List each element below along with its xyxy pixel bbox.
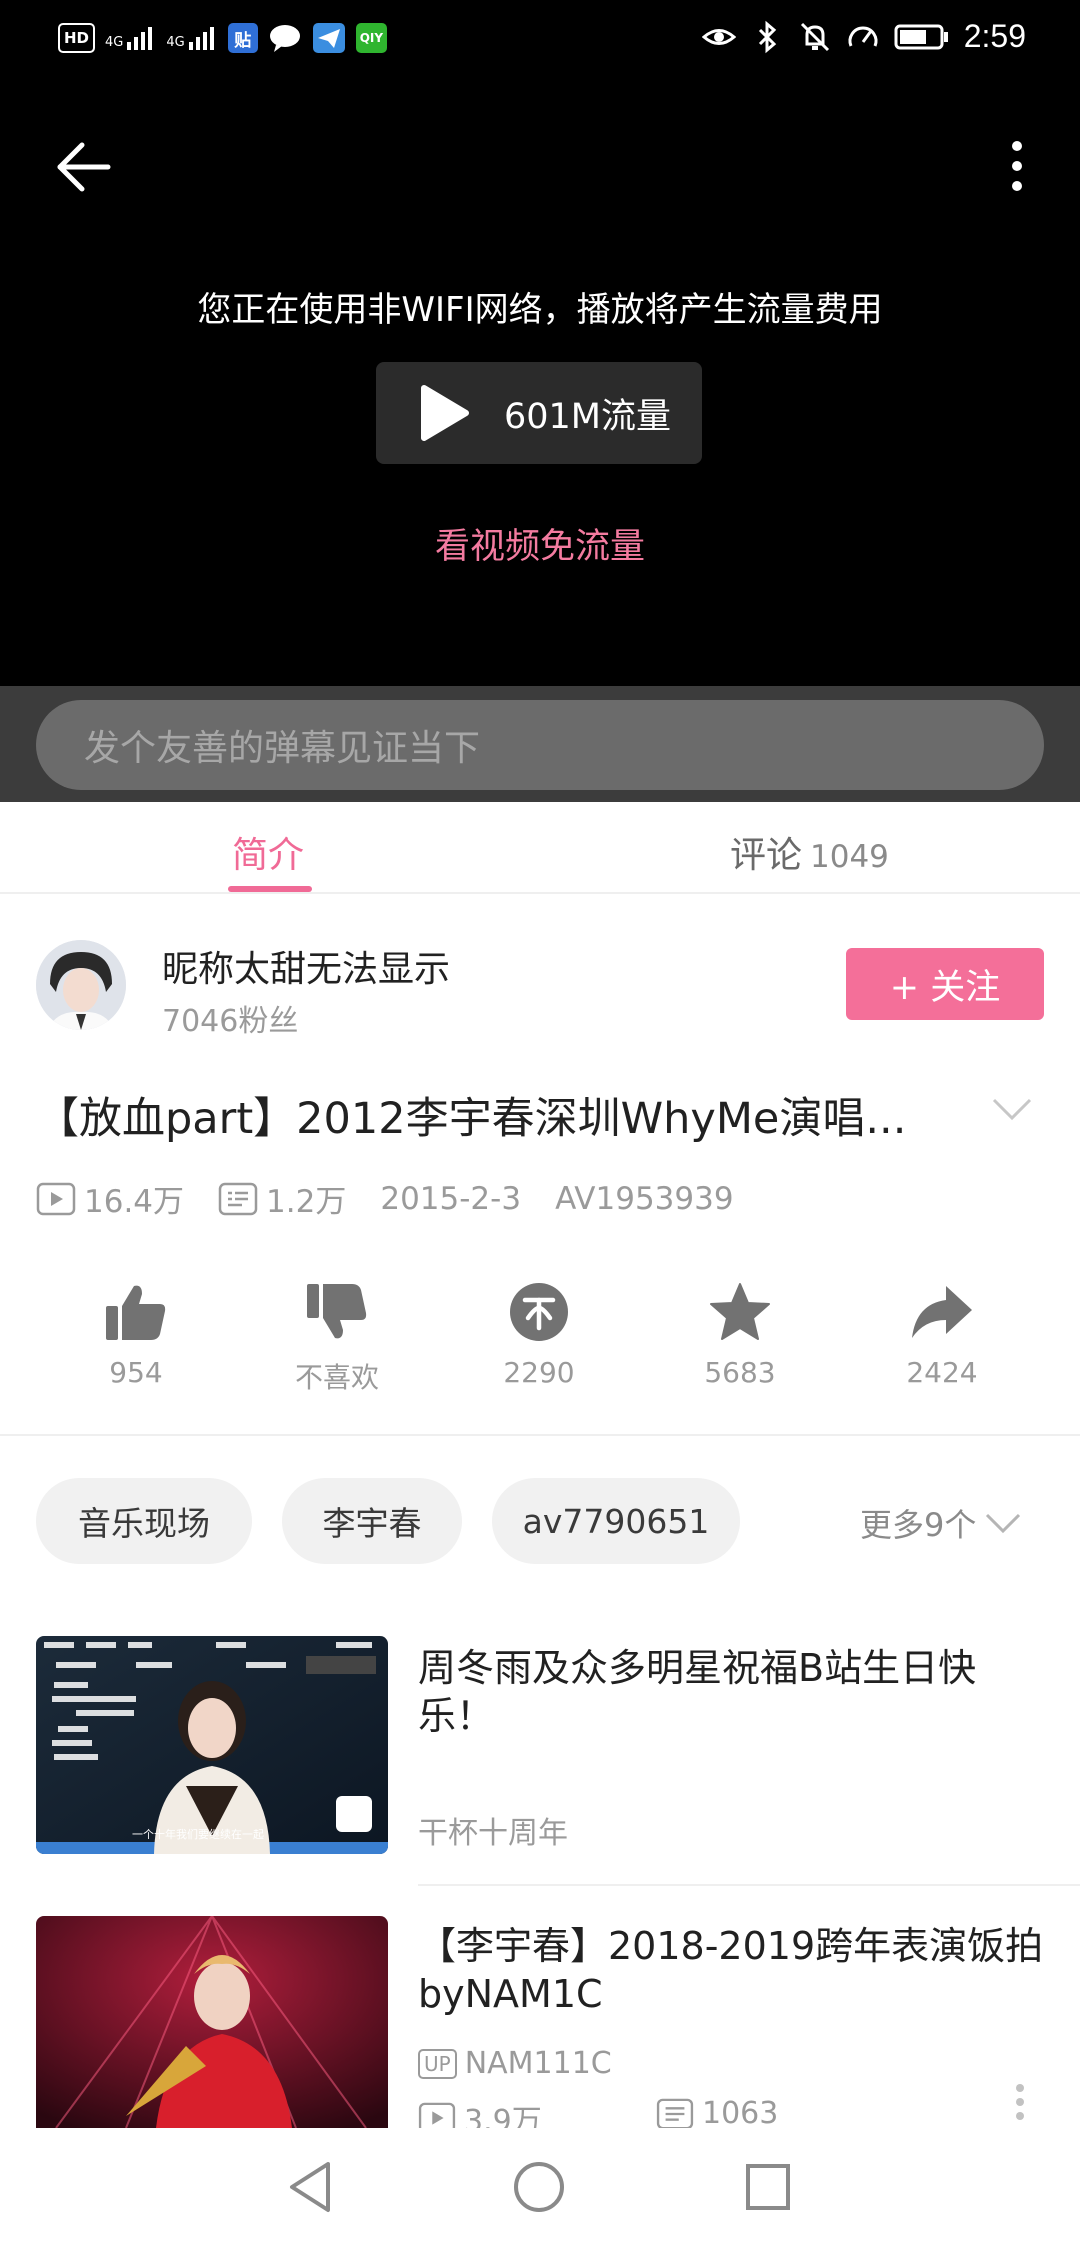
like-count: 954 bbox=[109, 1356, 163, 1389]
thumb-up-icon bbox=[106, 1285, 166, 1340]
danmaku-bar: 发个友善的弹幕见证当下 bbox=[0, 686, 1080, 802]
related-title[interactable]: 周冬雨及众多明星祝福B站生日快乐！ bbox=[418, 1644, 1048, 1740]
favorite-count: 5683 bbox=[704, 1356, 776, 1389]
more-vertical-icon[interactable] bbox=[1006, 2082, 1034, 2122]
chevron-down-icon bbox=[986, 1513, 1021, 1534]
up-badge: UP bbox=[418, 2048, 457, 2079]
share-icon bbox=[912, 1286, 972, 1338]
tab-comments[interactable]: 评论 1049 bbox=[730, 826, 889, 878]
status-bar: HD 4G 4G 贴 QIY 2:59 bbox=[0, 0, 1080, 80]
thumb-down-icon bbox=[307, 1284, 367, 1339]
coin-count: 2290 bbox=[503, 1356, 575, 1389]
tieba-app-icon: 贴 bbox=[227, 23, 258, 53]
play-with-data-button[interactable]: 601M流量 bbox=[376, 362, 702, 464]
mute-bell-icon bbox=[800, 22, 829, 51]
publish-date: 2015-2-3 bbox=[380, 1180, 522, 1217]
signal-icon: 4G bbox=[105, 26, 156, 50]
play-button-label: 601M流量 bbox=[504, 396, 672, 437]
nav-back-icon[interactable] bbox=[286, 2160, 334, 2214]
paper-plane-icon bbox=[312, 23, 345, 53]
related-uploader[interactable]: UP NAM111C bbox=[418, 2046, 612, 2081]
related-danmaku-count: 1063 bbox=[702, 2096, 779, 2131]
related-subtitle: 干杯十周年 bbox=[418, 1816, 568, 1851]
tab-bar: 简介 评论 1049 bbox=[0, 802, 1080, 894]
av-id: AV1953939 bbox=[555, 1180, 734, 1217]
danmaku-count-icon bbox=[656, 2098, 694, 2129]
eye-icon bbox=[701, 28, 736, 45]
star-icon bbox=[710, 1283, 770, 1340]
nav-recents-icon[interactable] bbox=[744, 2162, 792, 2212]
video-meta: 16.4万 1.2万 2015-2-3 AV1953939 bbox=[36, 1176, 768, 1221]
more-tags-button[interactable]: 更多9个 bbox=[860, 1500, 1022, 1546]
speed-icon bbox=[848, 26, 878, 47]
view-count: 16.4万 bbox=[84, 1184, 185, 1220]
network-warning-text: 您正在使用非WIFI网络，播放将产生流量费用 bbox=[197, 290, 883, 330]
signal-icon-2: 4G bbox=[166, 26, 217, 50]
favorite-button[interactable]: 5683 bbox=[665, 1282, 815, 1389]
comment-count: 1049 bbox=[810, 839, 889, 875]
danmaku-count: 1.2万 bbox=[266, 1184, 347, 1220]
danmaku-count-icon bbox=[218, 1182, 258, 1215]
bluetooth-icon bbox=[758, 20, 776, 53]
chevron-down-icon[interactable] bbox=[990, 1094, 1034, 1124]
active-tab-indicator bbox=[228, 886, 312, 892]
battery-icon bbox=[894, 24, 948, 49]
thumbnail-caption: 一个十年我们要继续在一起 bbox=[132, 1828, 264, 1841]
back-arrow-icon[interactable] bbox=[54, 136, 116, 198]
more-vertical-icon[interactable] bbox=[1002, 136, 1032, 196]
tag-chip[interactable]: 音乐现场 bbox=[36, 1478, 252, 1564]
tag-chip[interactable]: 李宇春 bbox=[282, 1478, 462, 1564]
related-uploader-name: NAM111C bbox=[464, 2046, 612, 2081]
video-title[interactable]: 【放血part】2012李宇春深圳WhyMe演唱... bbox=[36, 1084, 976, 1146]
tag-chip[interactable]: av7790651 bbox=[492, 1478, 740, 1564]
hd-indicator: HD bbox=[58, 23, 96, 53]
views-meta: 16.4万 bbox=[36, 1176, 184, 1221]
more-tags-label: 更多9个 bbox=[860, 1506, 977, 1544]
coin-button[interactable]: 2290 bbox=[464, 1282, 614, 1389]
divider bbox=[0, 1434, 1080, 1436]
fans-count: 7046粉丝 bbox=[162, 1004, 299, 1039]
avatar[interactable] bbox=[36, 940, 126, 1030]
clock: 2:59 bbox=[963, 18, 1026, 54]
tab-intro[interactable]: 简介 bbox=[232, 826, 304, 878]
coin-icon bbox=[510, 1283, 568, 1341]
free-traffic-link[interactable]: 看视频免流量 bbox=[0, 518, 1080, 569]
share-count: 2424 bbox=[906, 1356, 978, 1389]
tab-comments-label: 评论 bbox=[730, 835, 803, 876]
dislike-button[interactable]: 不喜欢 bbox=[262, 1282, 412, 1396]
follow-button[interactable]: + 关注 bbox=[846, 948, 1044, 1020]
related-title[interactable]: 【李宇春】2018-2019跨年表演饭拍byNAM1C bbox=[418, 1922, 1048, 2018]
related-thumbnail[interactable]: 一个十年我们要继续在一起 bbox=[36, 1636, 388, 1854]
related-thumbnail[interactable] bbox=[36, 1916, 388, 2128]
play-icon bbox=[421, 385, 469, 441]
like-button[interactable]: 954 bbox=[61, 1282, 211, 1389]
system-nav-bar bbox=[0, 2128, 1080, 2244]
related-danmaku: 1063 bbox=[656, 2096, 778, 2131]
share-button[interactable]: 2424 bbox=[867, 1282, 1017, 1389]
video-player[interactable] bbox=[0, 0, 1080, 686]
play-count-icon bbox=[36, 1182, 76, 1215]
nav-home-icon[interactable] bbox=[512, 2160, 566, 2214]
dislike-label: 不喜欢 bbox=[294, 1361, 379, 1394]
uploader-name[interactable]: 昵称太甜无法显示 bbox=[162, 940, 450, 992]
divider bbox=[418, 1884, 1080, 1886]
danmaku-input[interactable]: 发个友善的弹幕见证当下 bbox=[36, 700, 1044, 790]
message-icon bbox=[269, 25, 300, 52]
iqiyi-app-icon: QIY bbox=[355, 23, 388, 53]
danmaku-meta: 1.2万 bbox=[218, 1176, 346, 1221]
